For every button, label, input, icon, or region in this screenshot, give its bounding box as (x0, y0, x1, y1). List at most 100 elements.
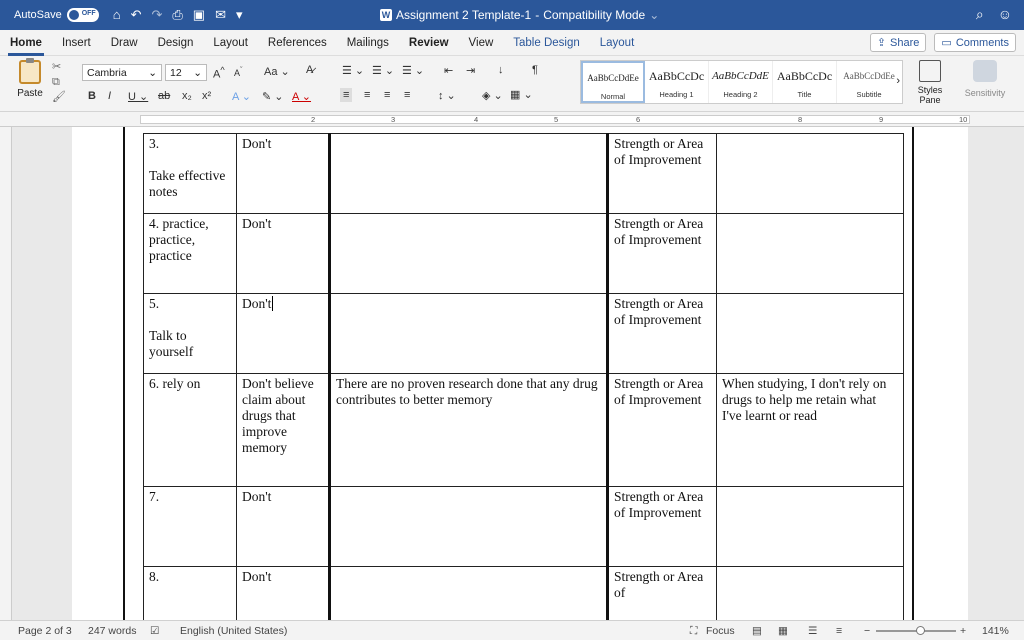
table-cell[interactable]: 8. (143, 566, 237, 620)
align-right-icon[interactable]: ≡ (384, 89, 390, 101)
print-layout-icon[interactable]: ▤ (752, 625, 762, 637)
table-cell[interactable] (716, 566, 904, 620)
tab-draw[interactable]: Draw (101, 30, 148, 56)
sort-icon[interactable]: ↓ (498, 64, 504, 76)
table-cell[interactable]: 5. Talk to yourself (143, 293, 237, 374)
tab-table-design[interactable]: Table Design (503, 30, 589, 56)
table-cell[interactable] (716, 133, 904, 214)
tab-view[interactable]: View (459, 30, 504, 56)
numbering-icon[interactable]: ☰ ⌄ (372, 64, 394, 77)
table-cell[interactable]: Don't (236, 486, 330, 567)
zoom-slider-handle[interactable] (916, 626, 925, 635)
table-cell[interactable] (716, 486, 904, 567)
table-cell[interactable]: Strength or Area of Improvement (606, 293, 717, 374)
format-painter-icon[interactable]: 🖌 (52, 90, 66, 105)
style-heading-2[interactable]: AaBbCcDdE Heading 2 (709, 61, 773, 103)
home-icon[interactable]: ⌂ (113, 7, 121, 23)
word-count[interactable]: 247 words (88, 625, 136, 637)
table-cell[interactable]: Strength or Area of Improvement (606, 133, 717, 214)
table-cell[interactable]: 3. Take effective notes (143, 133, 237, 214)
tab-home[interactable]: Home (0, 30, 52, 56)
table-cell[interactable] (328, 133, 608, 214)
document-page[interactable]: 3. Take effective notes Don't Strength or… (72, 127, 968, 620)
table-cell[interactable]: Don't (236, 293, 330, 374)
font-color-icon[interactable]: A ⌄ (292, 90, 311, 103)
font-name-select[interactable]: Cambria ⌄ (82, 64, 162, 81)
clear-format-icon[interactable]: A̷ (306, 64, 313, 76)
zoom-out-icon[interactable]: − (864, 625, 870, 637)
focus-button[interactable]: Focus (706, 625, 735, 637)
vertical-ruler[interactable] (0, 127, 12, 620)
bullets-icon[interactable]: ☰ ⌄ (342, 64, 364, 77)
document-title[interactable]: W Assignment 2 Template-1 - Compatibilit… (380, 8, 659, 22)
subscript-icon[interactable]: x₂ (182, 90, 192, 102)
table-cell[interactable]: Don't (236, 133, 330, 214)
cut-icon[interactable]: ✂ (52, 60, 66, 75)
sensitivity-button[interactable]: Sensitivity (962, 60, 1008, 98)
grow-font-icon[interactable]: A^ (213, 65, 225, 81)
table-cell[interactable]: 6. rely on (143, 373, 237, 487)
web-layout-icon[interactable]: ▦ (778, 625, 788, 637)
table-cell[interactable]: There are no proven research done that a… (328, 373, 608, 487)
table-cell[interactable]: Strength or Area of (606, 566, 717, 620)
text-effects-icon[interactable]: A ⌄ (232, 90, 251, 103)
proofing-icon[interactable]: ☑ (150, 625, 159, 637)
strikethrough-icon[interactable]: ab (158, 90, 170, 102)
justify-icon[interactable]: ≡ (404, 89, 410, 101)
style-title[interactable]: AaBbCcDc Title (773, 61, 837, 103)
table-cell[interactable] (328, 566, 608, 620)
underline-icon[interactable]: U ⌄ (128, 90, 148, 103)
outline-icon[interactable]: ☰ (808, 625, 817, 637)
tab-references[interactable]: References (258, 30, 337, 56)
comments-button[interactable]: ▭ Comments (934, 33, 1016, 52)
highlight-icon[interactable]: ✎ ⌄ (262, 90, 284, 103)
table-cell[interactable] (716, 293, 904, 374)
borders-icon[interactable]: ▦ ⌄ (510, 88, 533, 101)
paste-button[interactable]: Paste (10, 58, 50, 99)
tab-insert[interactable]: Insert (52, 30, 101, 56)
font-size-select[interactable]: 12 ⌄ (165, 64, 207, 81)
print-icon[interactable]: ⎙ (172, 7, 182, 23)
more-icon[interactable]: ▾ (236, 7, 243, 23)
table-cell[interactable]: Strength or Area of Improvement (606, 486, 717, 567)
chevron-right-icon[interactable]: › (896, 75, 900, 87)
table-cell[interactable]: 7. (143, 486, 237, 567)
align-center-icon[interactable]: ≡ (364, 89, 370, 101)
autosave[interactable]: AutoSave OFF (14, 8, 99, 22)
table-cell[interactable] (328, 213, 608, 294)
italic-icon[interactable]: I (108, 90, 111, 102)
increase-indent-icon[interactable]: ⇥ (466, 64, 475, 77)
zoom-in-icon[interactable]: + (960, 625, 966, 637)
zoom-level[interactable]: 141% (982, 625, 1009, 637)
draft-icon[interactable]: ≡ (836, 625, 842, 637)
search-icon[interactable]: ⌕ (976, 6, 984, 23)
horizontal-ruler[interactable]: 2 3 4 5 6 8 9 10 (0, 112, 1024, 127)
change-case-icon[interactable]: Aa ⌄ (264, 65, 290, 78)
style-subtitle[interactable]: AaBbCcDdEe Subtitle (837, 61, 901, 103)
multilevel-list-icon[interactable]: ☰ ⌄ (402, 64, 424, 77)
style-heading-1[interactable]: AaBbCcDc Heading 1 (645, 61, 709, 103)
table-cell[interactable]: When studying, I don't rely on drugs to … (716, 373, 904, 487)
save-icon[interactable]: ▣ (193, 7, 205, 23)
account-icon[interactable]: ☺ (998, 6, 1012, 23)
line-spacing-icon[interactable]: ↕ ⌄ (438, 89, 456, 102)
language-status[interactable]: English (United States) (180, 625, 287, 637)
tab-review[interactable]: Review (399, 30, 459, 56)
zoom-slider[interactable] (876, 626, 956, 635)
table-cell[interactable]: Strength or Area of Improvement (606, 213, 717, 294)
tab-table-layout[interactable]: Layout (590, 30, 645, 56)
table-cell[interactable]: Don't (236, 213, 330, 294)
table-cell[interactable]: Don't believe claim about drugs that imp… (236, 373, 330, 487)
style-normal[interactable]: AaBbCcDdEe Normal (581, 61, 645, 103)
undo-icon[interactable]: ↶ (131, 7, 142, 23)
table-cell[interactable] (716, 213, 904, 294)
page-count[interactable]: Page 2 of 3 (18, 625, 72, 637)
share-button[interactable]: ⇪ Share (869, 33, 927, 52)
bold-icon[interactable]: B (88, 90, 96, 102)
table-cell[interactable]: Strength or Area of Improvement (606, 373, 717, 487)
shrink-font-icon[interactable]: Aˇ (234, 65, 243, 78)
focus-icon[interactable]: ⛶ (690, 625, 697, 638)
paragraph-marks-icon[interactable]: ¶ (532, 64, 538, 76)
decrease-indent-icon[interactable]: ⇤ (444, 64, 453, 77)
table-cell[interactable] (328, 293, 608, 374)
